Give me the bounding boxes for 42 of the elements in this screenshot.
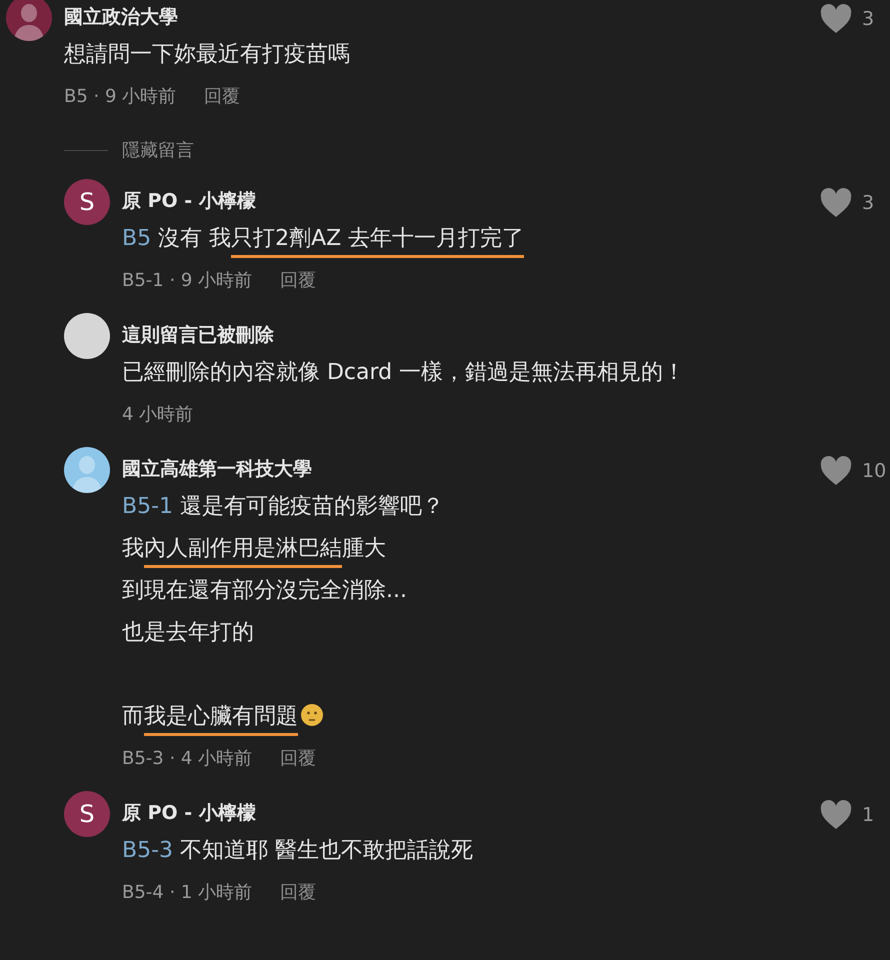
reply-link[interactable]: 回覆: [280, 746, 316, 770]
comment-text: B5-1 還是有可能疫苗的影響吧？: [122, 493, 444, 521]
timestamp: B5-4 · 1 小時前: [122, 881, 252, 904]
comment-text: 也是去年打的: [122, 619, 254, 647]
heart-icon[interactable]: [820, 800, 852, 830]
author-name: 原 PO - 小檸檬: [122, 801, 256, 826]
timestamp: B5 · 9 小時前: [64, 85, 176, 108]
reply-link[interactable]: 回覆: [280, 268, 316, 292]
timestamp: B5-1 · 9 小時前: [122, 269, 252, 292]
reply-link[interactable]: 回覆: [204, 84, 240, 108]
floor-link[interactable]: B5-3: [122, 838, 174, 863]
comment-text: B5 沒有 我只打2劑AZ 去年十一月打完了: [122, 218, 524, 260]
author-name: 國立政治大學: [64, 5, 178, 30]
avatar[interactable]: [64, 447, 110, 493]
avatar[interactable]: [64, 313, 110, 359]
comment-text: 而我是心臟有問題: [122, 696, 324, 738]
author-name: 國立高雄第一科技大學: [122, 457, 312, 482]
avatar-letter: S: [79, 188, 95, 216]
like-count: 3: [862, 7, 874, 32]
like-count: 3: [862, 191, 874, 216]
heart-icon[interactable]: [820, 4, 852, 34]
hide-comments-link[interactable]: 隱藏留言: [122, 138, 194, 162]
face-icon: [300, 703, 324, 727]
like-count: 1: [862, 803, 874, 828]
comment-text: 想請問一下妳最近有打疫苗嗎: [64, 41, 350, 69]
avatar[interactable]: S: [64, 179, 110, 225]
floor-link[interactable]: B5-1: [122, 494, 174, 519]
comment-text: 到現在還有部分沒完全消除...: [122, 577, 407, 605]
heart-icon[interactable]: [820, 456, 852, 486]
like-count: 10: [862, 459, 886, 484]
avatar-letter: S: [79, 800, 95, 828]
comment-text: 我內人副作用是淋巴結腫大: [122, 528, 386, 570]
comment-text: B5-3 不知道耶 醫生也不敢把話說死: [122, 837, 474, 865]
floor-link[interactable]: B5: [122, 226, 152, 251]
timestamp: 4 小時前: [122, 403, 194, 426]
comment-text: 已經刪除的內容就像 Dcard 一樣，錯過是無法再相見的！: [122, 359, 686, 387]
author-name: 這則留言已被刪除: [122, 323, 274, 348]
author-name: 原 PO - 小檸檬: [122, 189, 256, 214]
reply-link[interactable]: 回覆: [280, 880, 316, 904]
heart-icon[interactable]: [820, 188, 852, 218]
timestamp: B5-3 · 4 小時前: [122, 747, 252, 770]
avatar[interactable]: S: [64, 791, 110, 837]
